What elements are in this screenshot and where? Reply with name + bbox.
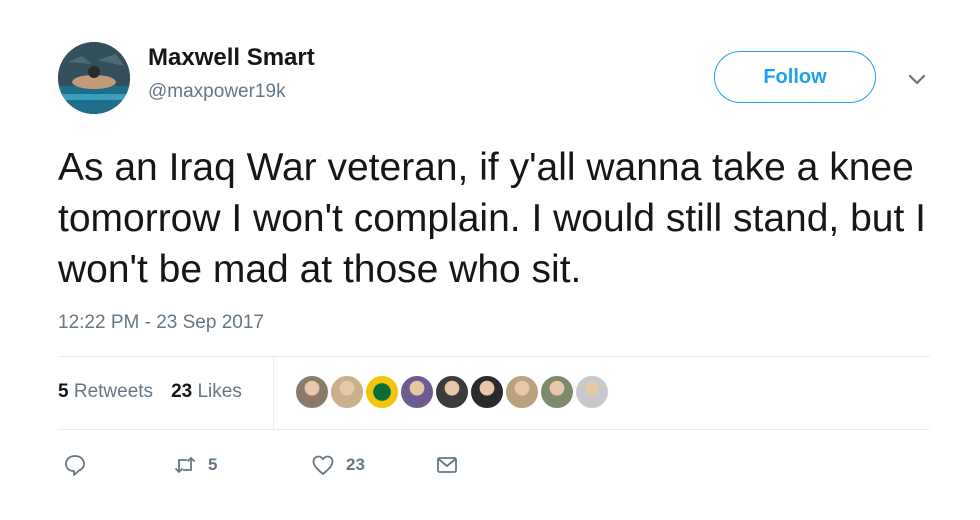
liker-avatar[interactable] (364, 374, 400, 410)
reply-button[interactable] (62, 452, 172, 478)
screen-name[interactable]: @maxpower19k (148, 81, 286, 103)
retweets-label: Retweets (73, 381, 154, 402)
liker-avatar[interactable] (399, 374, 435, 410)
divider-top (58, 356, 930, 357)
likes-label: Likes (197, 381, 242, 402)
liker-avatar[interactable] (329, 374, 365, 410)
liker-avatar[interactable] (574, 374, 610, 410)
retweets-stat[interactable]: 5 Retweets (58, 381, 153, 403)
tweet-timestamp[interactable]: 12:22 PM - 23 Sep 2017 (58, 312, 264, 334)
liker-avatar[interactable] (434, 374, 470, 410)
liker-avatar[interactable] (294, 374, 330, 410)
like-button[interactable]: 23 (310, 452, 434, 478)
liker-avatars (294, 374, 610, 410)
retweet-count: 5 (208, 455, 218, 474)
reply-icon (62, 452, 88, 478)
message-button[interactable] (434, 452, 460, 478)
stats-separator (273, 357, 274, 429)
chevron-down-icon[interactable] (904, 66, 930, 92)
tweet-stats: 5 Retweets 23 Likes (58, 381, 242, 403)
likes-stat[interactable]: 23 Likes (171, 381, 242, 403)
divider-bottom (58, 429, 930, 430)
liker-avatar[interactable] (539, 374, 575, 410)
retweets-count: 5 (58, 381, 69, 402)
avatar[interactable] (58, 42, 130, 114)
heart-icon (310, 452, 336, 478)
tweet-actions: 5 23 (62, 452, 460, 478)
message-icon (434, 452, 460, 478)
tweet-text: As an Iraq War veteran, if y'all wanna t… (58, 146, 926, 291)
display-name[interactable]: Maxwell Smart (148, 44, 315, 72)
like-count: 23 (346, 455, 365, 474)
liker-avatar[interactable] (469, 374, 505, 410)
retweet-icon (172, 452, 198, 478)
follow-button[interactable]: Follow (714, 51, 876, 103)
likes-count: 23 (171, 381, 193, 402)
liker-avatar[interactable] (504, 374, 540, 410)
retweet-button[interactable]: 5 (172, 452, 310, 478)
